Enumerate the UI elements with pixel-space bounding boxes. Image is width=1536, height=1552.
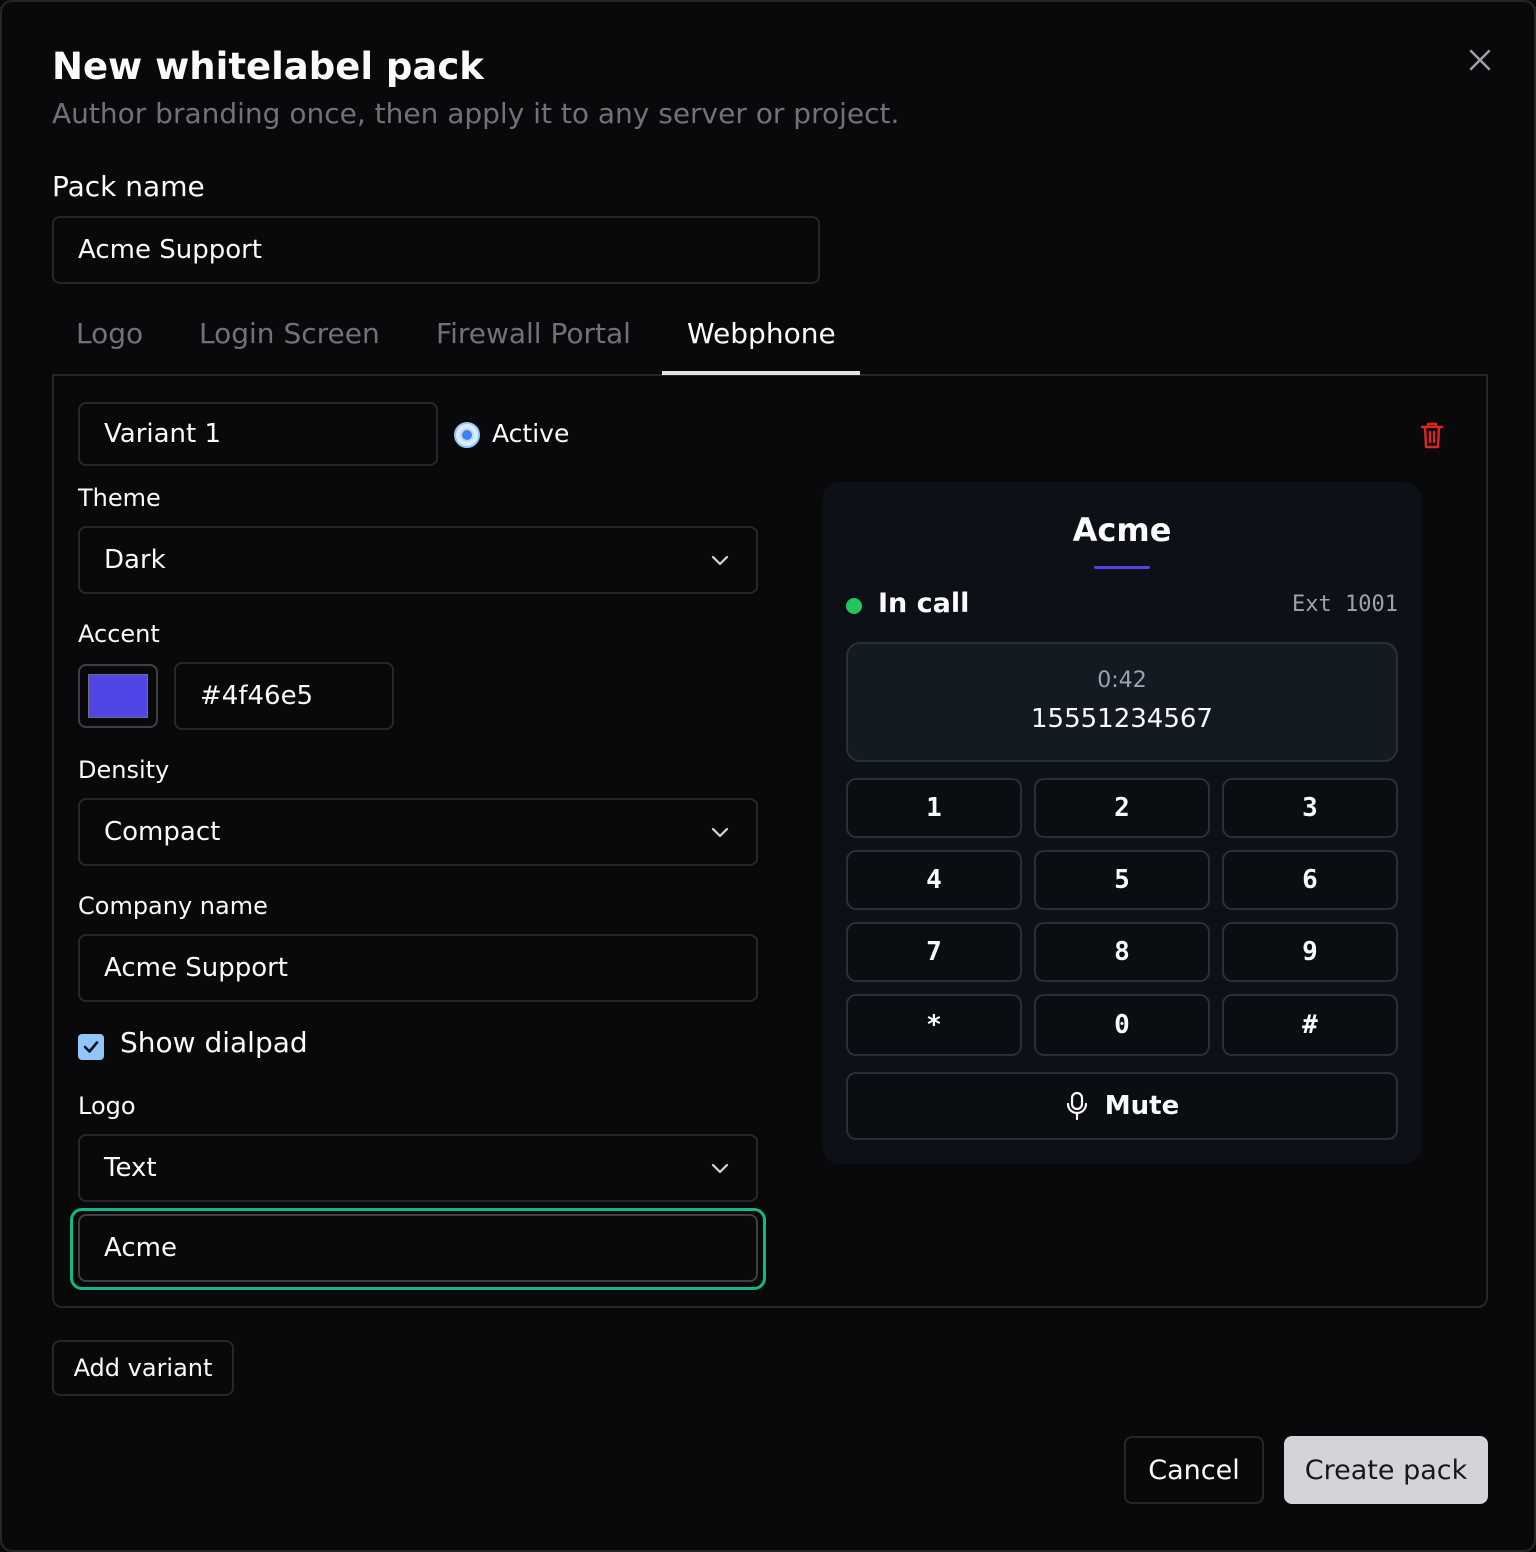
tab-bar: Logo Login Screen Firewall Portal Webpho…: [52, 302, 1488, 376]
dialpad-key[interactable]: 2: [1034, 778, 1210, 838]
dialpad-key[interactable]: #: [1222, 994, 1398, 1056]
active-label: Active: [492, 419, 570, 448]
logo-text-value: Acme: [104, 1233, 177, 1263]
webphone-preview: Acme In call Ext 1001 0:42 15551234567 1…: [822, 482, 1422, 1164]
dialpad-key[interactable]: 7: [846, 922, 1022, 982]
check-icon: [83, 1041, 99, 1053]
variant-name-value: Variant 1: [104, 419, 222, 449]
company-name-value: Acme Support: [104, 953, 288, 983]
accent-hex-value: #4f46e5: [200, 681, 314, 711]
dialog-subtitle: Author branding once, then apply it to a…: [52, 97, 900, 130]
microphone-icon: [1066, 1091, 1087, 1121]
create-pack-button[interactable]: Create pack: [1284, 1436, 1488, 1504]
preview-brand: Acme: [1072, 511, 1172, 549]
active-tab-indicator: [662, 371, 860, 375]
close-icon: [1469, 49, 1491, 71]
accent-label: Accent: [78, 620, 160, 648]
dialpad-key[interactable]: 5: [1034, 850, 1210, 910]
density-label: Density: [78, 756, 170, 784]
density-value: Compact: [104, 817, 221, 847]
theme-label: Theme: [78, 484, 161, 512]
dialpad-key[interactable]: 3: [1222, 778, 1398, 838]
dialpad-key[interactable]: 8: [1034, 922, 1210, 982]
theme-select[interactable]: Dark: [78, 526, 758, 594]
company-name-input[interactable]: Acme Support: [78, 934, 758, 1002]
tab-webphone[interactable]: Webphone: [687, 314, 836, 354]
accent-hex-input[interactable]: #4f46e5: [174, 662, 394, 730]
mute-label: Mute: [1104, 1091, 1180, 1121]
dialpad-key[interactable]: 1: [846, 778, 1022, 838]
show-dialpad-checkbox[interactable]: [78, 1034, 104, 1060]
variant-name-input[interactable]: Variant 1: [78, 402, 438, 466]
logo-type-value: Text: [104, 1153, 157, 1183]
active-radio[interactable]: [454, 422, 480, 448]
dialog-title: New whitelabel pack: [52, 45, 484, 88]
status-indicator: [846, 598, 862, 614]
theme-value: Dark: [104, 545, 166, 575]
preview-accent-bar: [1094, 566, 1150, 569]
add-variant-label: Add variant: [73, 1354, 213, 1382]
chevron-down-icon: [711, 555, 729, 566]
accent-color-picker[interactable]: [78, 664, 158, 728]
show-dialpad-label: Show dialpad: [120, 1026, 308, 1059]
new-pack-dialog: New whitelabel pack Author branding once…: [0, 0, 1536, 1552]
company-name-label: Company name: [78, 892, 268, 920]
accent-swatch: [88, 674, 148, 718]
trash-icon[interactable]: [1418, 420, 1446, 450]
dialpad-key[interactable]: 4: [846, 850, 1022, 910]
cancel-label: Cancel: [1148, 1454, 1240, 1486]
cancel-button[interactable]: Cancel: [1124, 1436, 1264, 1504]
dialpad-key[interactable]: *: [846, 994, 1022, 1056]
dialpad-key[interactable]: 0: [1034, 994, 1210, 1056]
call-status: In call: [878, 588, 970, 619]
logo-text-input[interactable]: Acme: [78, 1214, 758, 1282]
pack-name-input[interactable]: Acme Support: [52, 216, 820, 284]
logo-type-select[interactable]: Text: [78, 1134, 758, 1202]
chevron-down-icon: [711, 827, 729, 838]
density-select[interactable]: Compact: [78, 798, 758, 866]
close-button[interactable]: [1462, 42, 1498, 78]
call-timer: 0:42: [1097, 668, 1147, 693]
tab-logo[interactable]: Logo: [76, 314, 143, 354]
call-display: 0:42 15551234567: [846, 642, 1398, 762]
add-variant-button[interactable]: Add variant: [52, 1340, 234, 1396]
create-pack-label: Create pack: [1304, 1454, 1468, 1486]
extension: Ext 1001: [1292, 592, 1398, 617]
dialed-number: 15551234567: [1031, 704, 1213, 734]
tab-firewall-portal[interactable]: Firewall Portal: [436, 314, 631, 354]
mute-button[interactable]: Mute: [846, 1072, 1398, 1140]
logo-label: Logo: [78, 1092, 136, 1120]
dialpad-key[interactable]: 6: [1222, 850, 1398, 910]
tab-login-screen[interactable]: Login Screen: [199, 314, 380, 354]
pack-name-label: Pack name: [52, 170, 205, 203]
pack-name-value: Acme Support: [78, 235, 262, 265]
dialpad-key[interactable]: 9: [1222, 922, 1398, 982]
radio-selected-dot: [460, 428, 474, 442]
chevron-down-icon: [711, 1163, 729, 1174]
